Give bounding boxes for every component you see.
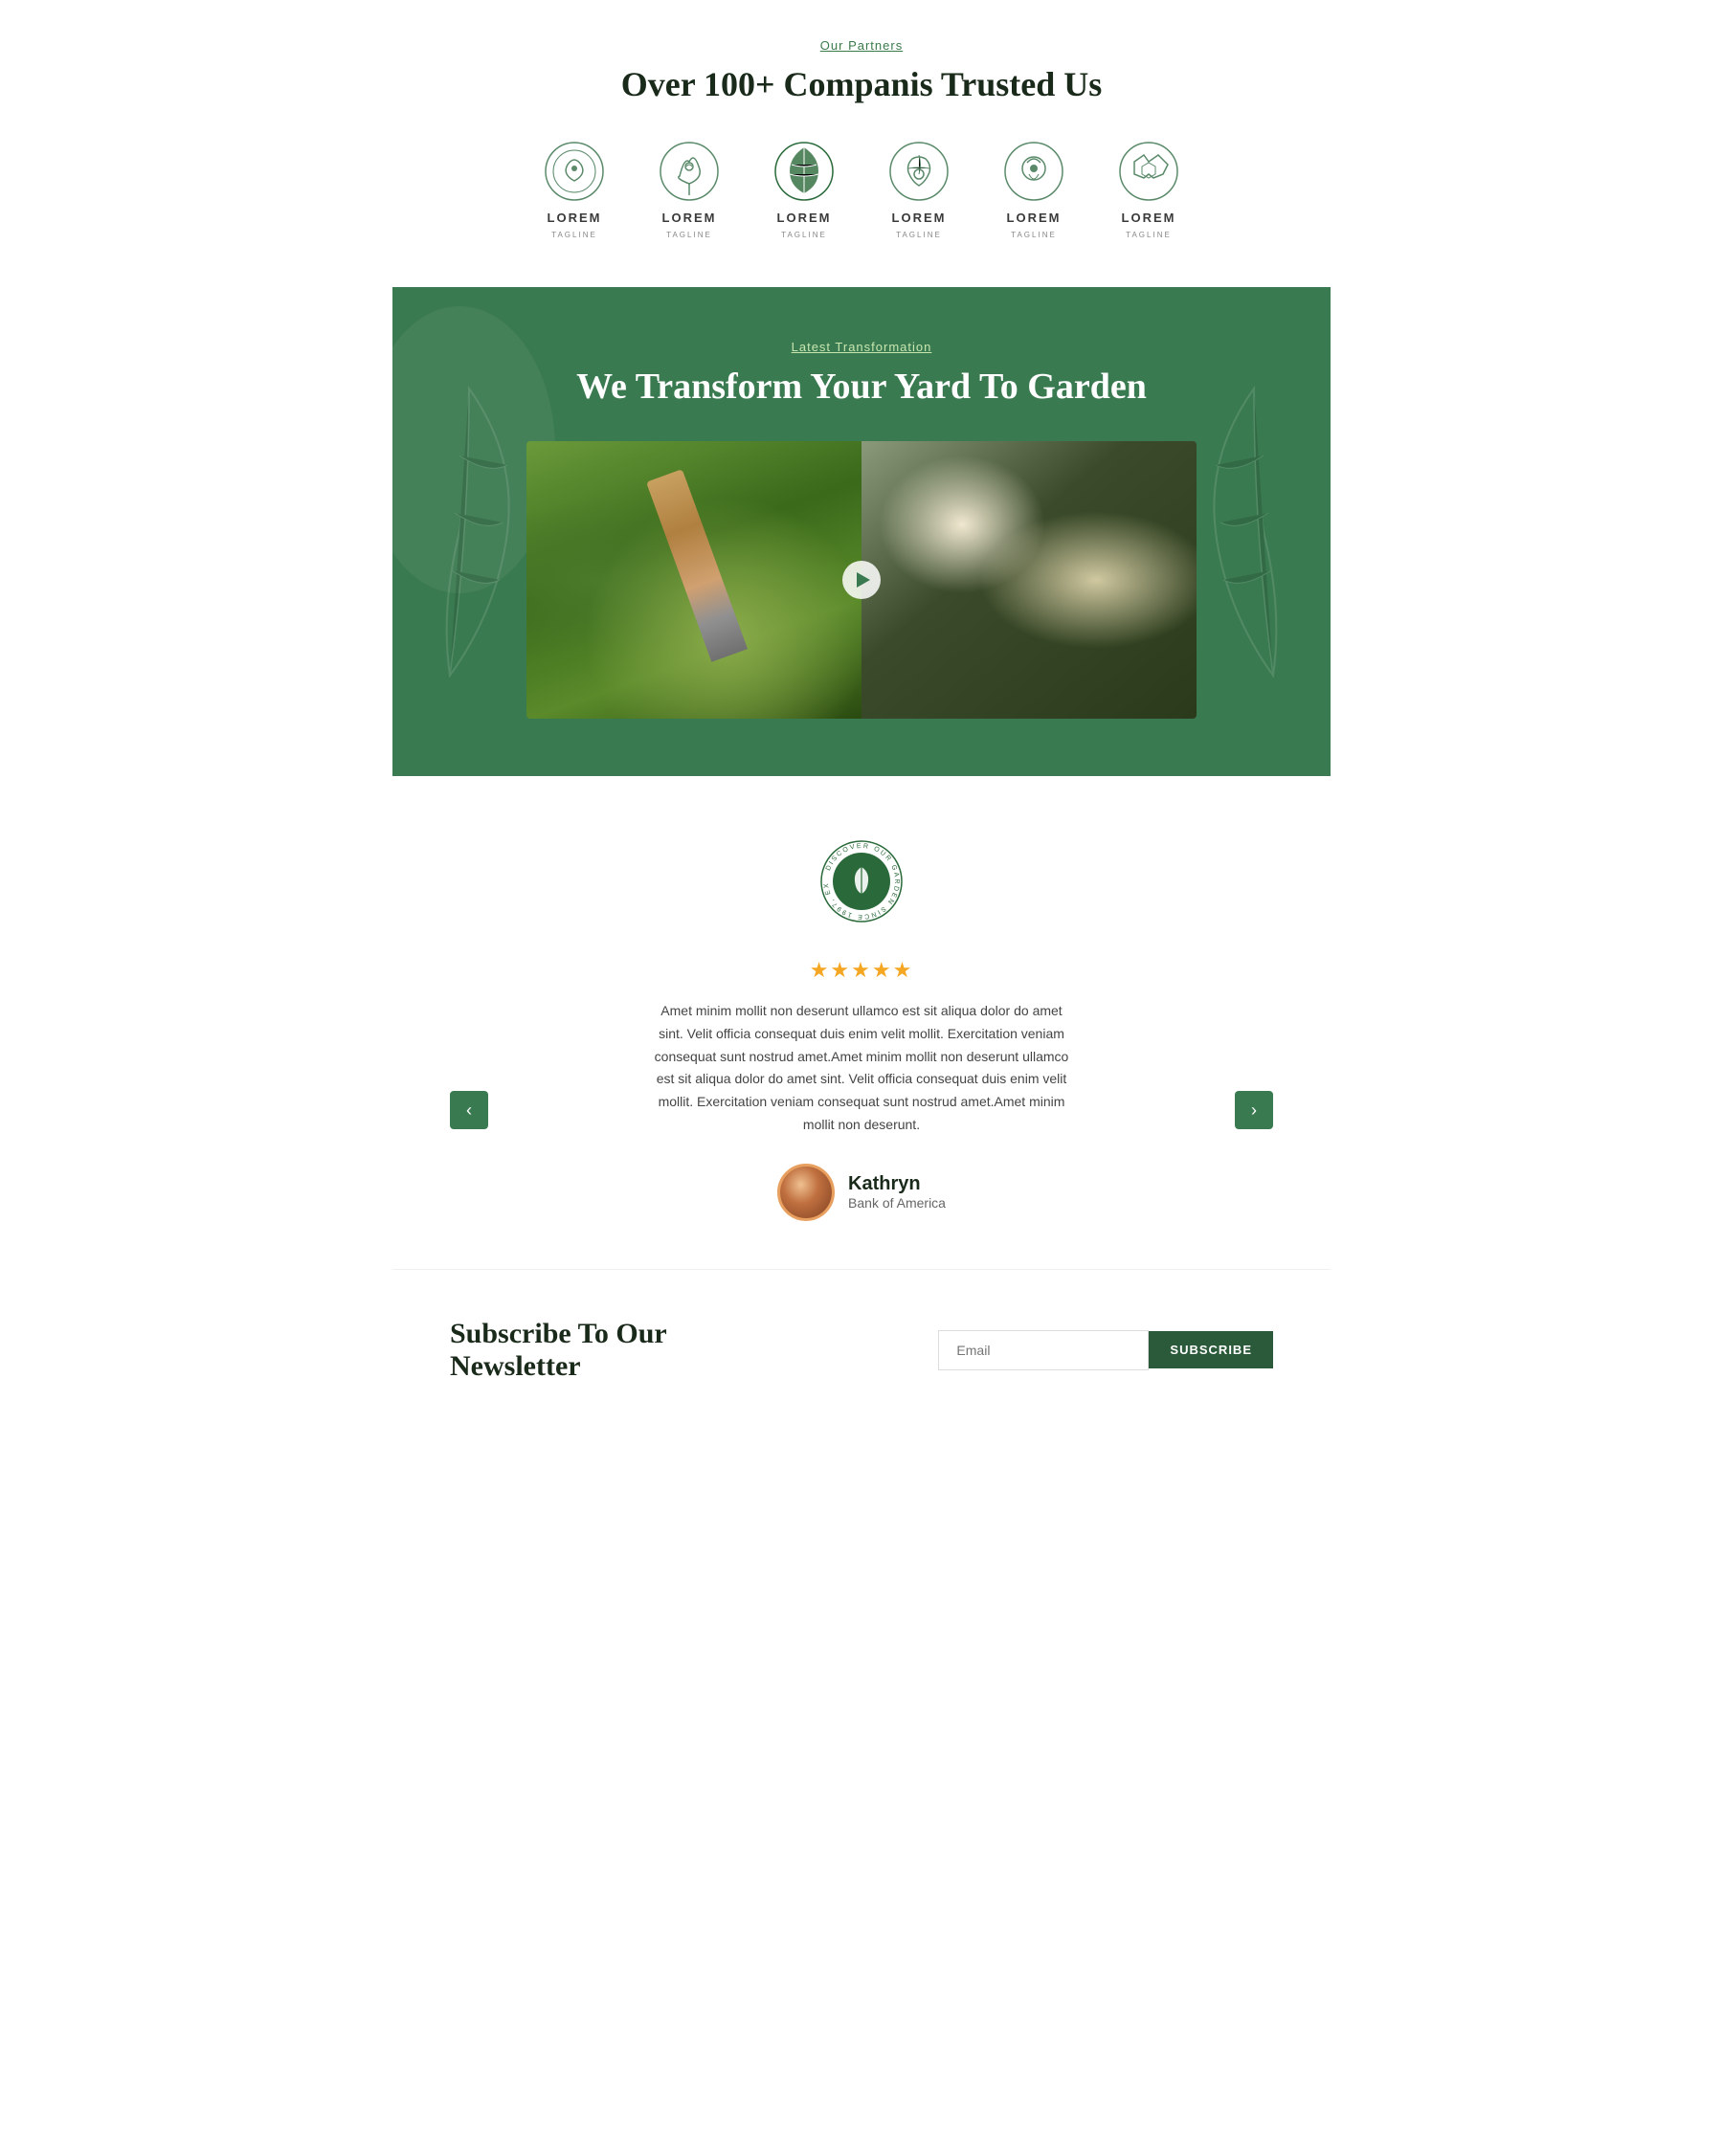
partners-title: Over 100+ Companis Trusted Us [450, 64, 1273, 104]
newsletter-email-input[interactable] [938, 1330, 1149, 1370]
partner-logo-2: LOREM TAGLINE [656, 138, 723, 239]
author-avatar [777, 1164, 835, 1221]
author-avatar-image [780, 1167, 832, 1218]
partner-tagline-3: TAGLINE [781, 231, 827, 239]
testimonial-content: Amet minim mollit non deserunt ullamco e… [593, 1000, 1130, 1221]
partner-icon-1 [541, 138, 608, 205]
transformation-images [526, 441, 1197, 719]
partner-icon-6 [1115, 138, 1182, 205]
author-company: Bank of America [848, 1195, 946, 1211]
leaf-decoration-right [1177, 341, 1331, 723]
partner-icon-2 [656, 138, 723, 205]
after-image [862, 441, 1197, 719]
transform-title: We Transform Your Yard To Garden [450, 366, 1273, 408]
partner-logo-1: LOREM TAGLINE [541, 138, 608, 239]
partner-name-5: LOREM [1007, 211, 1062, 225]
partner-icon-3 [771, 138, 838, 205]
partner-icon-4 [885, 138, 952, 205]
before-image-inner [526, 441, 862, 719]
newsletter-subscribe-button[interactable]: SUBSCRIBE [1149, 1331, 1273, 1368]
author-info: Kathryn Bank of America [651, 1164, 1072, 1221]
partner-logo-4: LOREM TAGLINE [885, 138, 952, 239]
partner-logo-5: LOREM TAGLINE [1000, 138, 1067, 239]
partner-name-6: LOREM [1122, 211, 1176, 225]
testimonial-text: Amet minim mollit non deserunt ullamco e… [651, 1000, 1072, 1137]
partner-name-4: LOREM [892, 211, 947, 225]
partner-logo-3: LOREM TAGLINE [771, 138, 838, 239]
partners-logos: LOREM TAGLINE LOREM TAGLINE [450, 138, 1273, 239]
transform-label: Latest Transformation [450, 340, 1273, 354]
leaf-decoration-left [392, 341, 546, 723]
author-details: Kathryn Bank of America [848, 1173, 946, 1211]
stars-rating: ★★★★★ [450, 958, 1273, 983]
transformation-section: Latest Transformation We Transform Your … [392, 287, 1331, 776]
testimonial-nav: ‹ Amet minim mollit non deserunt ullamco… [450, 1000, 1273, 1221]
badge-svg: DISCOVER OUR GARDEN SINCE 1997, EXPLORE … [814, 834, 909, 929]
partner-tagline-5: TAGLINE [1011, 231, 1057, 239]
partner-name-3: LOREM [777, 211, 832, 225]
partners-section: Our Partners Over 100+ Companis Trusted … [392, 0, 1331, 287]
partner-tagline-4: TAGLINE [896, 231, 942, 239]
testimonial-section: DISCOVER OUR GARDEN SINCE 1997, EXPLORE … [392, 776, 1331, 1269]
next-testimonial-button[interactable]: › [1235, 1091, 1273, 1129]
play-button[interactable] [842, 561, 881, 599]
partner-logo-6: LOREM TAGLINE [1115, 138, 1182, 239]
before-image [526, 441, 862, 719]
partner-tagline-1: TAGLINE [551, 231, 597, 239]
partner-tagline-2: TAGLINE [666, 231, 712, 239]
after-image-inner [862, 441, 1197, 719]
prev-testimonial-button[interactable]: ‹ [450, 1091, 488, 1129]
newsletter-form[interactable]: SUBSCRIBE [938, 1330, 1273, 1370]
partners-label: Our Partners [450, 38, 1273, 53]
shovel-visual [646, 469, 748, 662]
partner-name-2: LOREM [662, 211, 717, 225]
newsletter-section: Subscribe To Our Newsletter SUBSCRIBE [392, 1269, 1331, 1440]
newsletter-title: Subscribe To Our Newsletter [450, 1318, 775, 1383]
partner-name-1: LOREM [548, 211, 602, 225]
author-name: Kathryn [848, 1173, 946, 1195]
circle-badge: DISCOVER OUR GARDEN SINCE 1997, EXPLORE … [814, 834, 909, 929]
partner-icon-5 [1000, 138, 1067, 205]
partner-tagline-6: TAGLINE [1126, 231, 1172, 239]
